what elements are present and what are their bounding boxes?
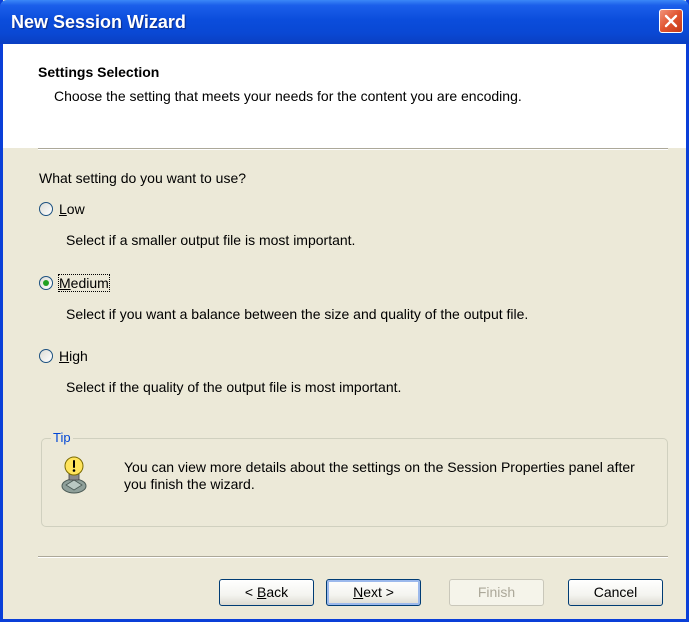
radio-button-medium[interactable]	[39, 276, 53, 290]
tip-text: You can view more details about the sett…	[124, 459, 635, 492]
close-button[interactable]	[659, 9, 683, 33]
close-icon	[664, 14, 678, 28]
back-button[interactable]: < Back	[219, 579, 314, 606]
radio-low[interactable]: Low	[39, 201, 85, 217]
header-divider	[38, 148, 668, 150]
tip-legend: Tip	[51, 430, 73, 445]
new-session-wizard-window: New Session Wizard Settings Selection Ch…	[0, 0, 689, 622]
cancel-button[interactable]: Cancel	[568, 579, 663, 606]
radio-medium[interactable]: Medium	[39, 274, 110, 292]
next-button-label-rest: ext >	[363, 584, 394, 600]
back-button-label-rest: ack	[266, 584, 289, 600]
window-title: New Session Wizard	[11, 12, 186, 32]
radio-high[interactable]: High	[39, 348, 88, 364]
title-bar[interactable]: New Session Wizard	[0, 0, 689, 44]
medium-description: Select if you want a balance between the…	[66, 306, 529, 322]
setting-question: What setting do you want to use?	[39, 170, 247, 186]
next-button-mnemonic: N	[353, 584, 364, 600]
radio-label-medium[interactable]: Medium	[58, 274, 110, 292]
radio-button-low[interactable]	[39, 202, 53, 216]
radio-label-high[interactable]: High	[59, 348, 88, 364]
next-button[interactable]: Next >	[326, 579, 421, 606]
tip-group: Tip You can view more details about the …	[41, 430, 668, 527]
radio-label-low[interactable]: Low	[59, 201, 85, 217]
high-description: Select if the quality of the output file…	[66, 379, 402, 395]
page-title: Settings Selection	[38, 64, 160, 80]
page-subtitle: Choose the setting that meets your needs…	[54, 88, 522, 104]
low-description: Select if a smaller output file is most …	[66, 232, 356, 248]
radio-button-high[interactable]	[39, 349, 53, 363]
button-divider	[38, 556, 668, 558]
finish-button[interactable]: Finish	[449, 579, 544, 606]
back-button-prefix: <	[244, 584, 257, 600]
back-button-mnemonic: B	[256, 584, 267, 600]
header-panel: Settings Selection Choose the setting th…	[3, 44, 686, 148]
lightbulb-icon	[61, 456, 87, 494]
